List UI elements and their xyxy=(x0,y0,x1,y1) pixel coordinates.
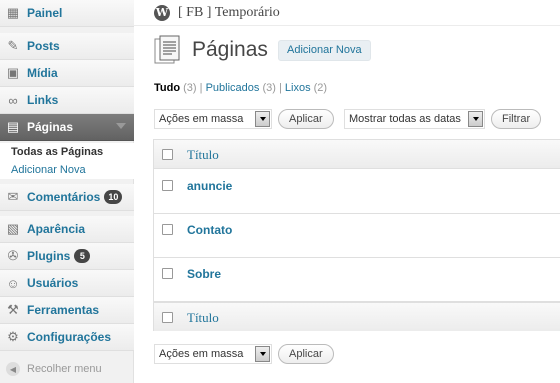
menu-comentarios[interactable]: ✉ Comentários 10 xyxy=(0,184,134,211)
page-title-link[interactable]: Contato xyxy=(187,223,232,237)
menu-links-label: Links xyxy=(27,93,59,107)
select-all-checkbox[interactable] xyxy=(162,149,173,160)
comments-count-badge: 10 xyxy=(104,190,123,204)
menu-midia[interactable]: ▣ Mídia xyxy=(0,60,134,87)
add-new-button[interactable]: Adicionar Nova xyxy=(278,40,371,61)
bulk-actions-value: Ações em massa xyxy=(159,348,244,360)
submenu-all-pages[interactable]: Todas as Páginas xyxy=(0,143,134,161)
users-icon: ☺ xyxy=(6,275,20,291)
dropdown-arrow-icon[interactable] xyxy=(468,111,483,127)
page-title-link[interactable]: anuncie xyxy=(187,179,232,193)
status-filters: Tudo (3) | Publicados (3) | Lixos (2) xyxy=(154,82,328,94)
filter-trash-count: (2) xyxy=(313,82,328,94)
menu-aparencia[interactable]: ▧ Aparência xyxy=(0,216,134,243)
pages-submenu: Todas as Páginas Adicionar Nova xyxy=(0,143,134,179)
dropdown-arrow-icon[interactable] xyxy=(255,111,270,127)
filter-all-link[interactable]: Tudo xyxy=(154,82,180,94)
bulk-actions-select[interactable]: Ações em massa xyxy=(154,109,272,129)
filter-button[interactable]: Filtrar xyxy=(491,109,542,129)
table-row: anuncie xyxy=(154,170,560,214)
bulk-actions-value: Ações em massa xyxy=(159,113,244,125)
row-checkbox[interactable] xyxy=(162,180,173,191)
admin-sidebar: ▦ Painel ✎ Posts ▣ Mídia ∞ Links ▤ Págin… xyxy=(0,0,134,383)
menu-ferramentas[interactable]: ⚒ Ferramentas xyxy=(0,297,134,324)
collapse-menu-label: Recolher menu xyxy=(27,363,102,375)
table-row: Sobre xyxy=(154,258,560,302)
filter-published-link[interactable]: Publicados xyxy=(206,82,260,94)
menu-plugins-label: Plugins xyxy=(27,249,71,263)
menu-posts[interactable]: ✎ Posts xyxy=(0,33,134,60)
pages-table: Título anuncie Contato Sobre Título xyxy=(153,139,560,331)
collapse-arrow-icon: ◀ xyxy=(6,362,20,376)
menu-posts-label: Posts xyxy=(27,39,60,53)
select-all-checkbox[interactable] xyxy=(162,312,173,323)
pages-icon: ▤ xyxy=(6,119,20,134)
menu-links[interactable]: ∞ Links xyxy=(0,87,134,114)
menu-aparencia-label: Aparência xyxy=(27,222,86,236)
page-title: Páginas xyxy=(192,38,268,61)
dropdown-arrow-icon[interactable] xyxy=(255,346,270,362)
table-footer: Título xyxy=(154,302,560,331)
column-title-header[interactable]: Título xyxy=(187,147,219,163)
table-header: Título xyxy=(154,140,560,169)
menu-ferramentas-label: Ferramentas xyxy=(27,303,100,317)
pages-icon xyxy=(154,35,180,64)
date-filter-select[interactable]: Mostrar todas as datas xyxy=(344,109,485,129)
filter-published-count: (3) xyxy=(262,82,276,94)
appearance-icon: ▧ xyxy=(6,221,20,236)
settings-icon: ⚙ xyxy=(7,329,19,344)
menu-usuarios-label: Usuários xyxy=(27,276,79,290)
menu-comentarios-label: Comentários xyxy=(27,190,101,204)
plugins-icon: ✇ xyxy=(7,248,19,263)
apply-button[interactable]: Aplicar xyxy=(278,109,334,129)
menu-paginas[interactable]: ▤ Páginas xyxy=(0,114,134,141)
pin-icon: ✎ xyxy=(7,38,19,53)
menu-painel[interactable]: ▦ Painel xyxy=(0,0,134,27)
row-checkbox[interactable] xyxy=(162,224,173,235)
site-title[interactable]: [ FB ] Temporário xyxy=(178,5,280,21)
link-icon: ∞ xyxy=(8,92,18,108)
table-row: Contato xyxy=(154,214,560,258)
chevron-down-icon xyxy=(116,123,126,129)
bulk-actions-select-bottom[interactable]: Ações em massa xyxy=(154,344,272,364)
row-checkbox[interactable] xyxy=(162,268,173,279)
plugins-count-badge: 5 xyxy=(74,249,91,263)
menu-midia-label: Mídia xyxy=(27,66,58,80)
dashboard-icon: ▦ xyxy=(6,5,20,20)
menu-paginas-label: Páginas xyxy=(27,120,74,134)
comments-icon: ✉ xyxy=(7,189,19,204)
menu-painel-label: Painel xyxy=(27,6,63,20)
tools-icon: ⚒ xyxy=(7,302,19,317)
submenu-add-new[interactable]: Adicionar Nova xyxy=(0,161,134,179)
menu-configuracoes[interactable]: ⚙ Configurações xyxy=(0,324,134,351)
menu-configuracoes-label: Configurações xyxy=(27,330,112,344)
menu-usuarios[interactable]: ☺ Usuários xyxy=(0,270,134,297)
collapse-menu-button[interactable]: ◀ Recolher menu xyxy=(0,358,134,380)
filter-trash-link[interactable]: Lixos xyxy=(285,82,311,94)
site-header: W [ FB ] Temporário xyxy=(134,0,560,26)
date-filter-value: Mostrar todas as datas xyxy=(349,113,461,125)
apply-button-bottom[interactable]: Aplicar xyxy=(278,344,334,364)
page-title-link[interactable]: Sobre xyxy=(187,267,221,281)
filter-all-count: (3) xyxy=(183,82,197,94)
menu-plugins[interactable]: ✇ Plugins 5 xyxy=(0,243,134,270)
wordpress-logo-icon: W xyxy=(154,4,170,21)
column-title-footer[interactable]: Título xyxy=(187,310,219,326)
media-icon: ▣ xyxy=(6,65,20,80)
